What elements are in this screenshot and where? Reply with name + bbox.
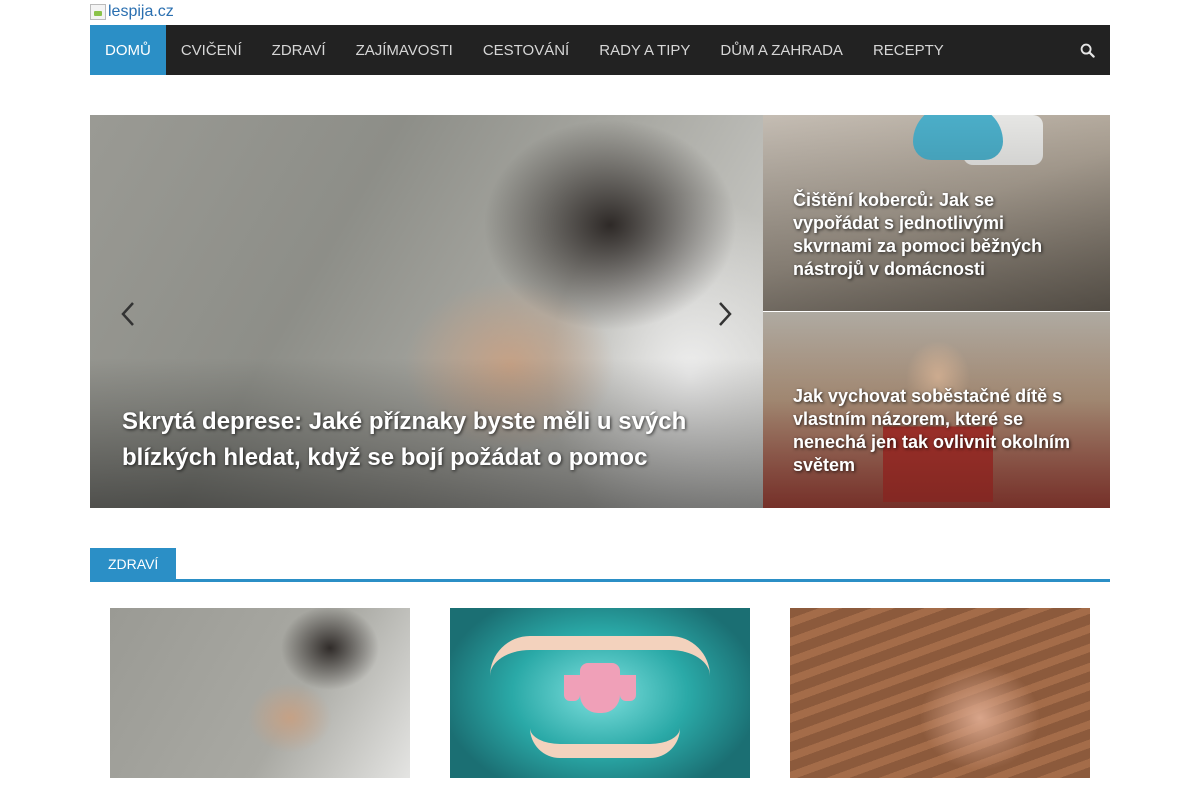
slider-next-button[interactable] <box>712 301 738 327</box>
article-thumbnail-depression[interactable] <box>110 608 410 778</box>
chevron-left-icon <box>121 302 134 326</box>
main-navigation: DOMŮ CVIČENÍ ZDRAVÍ ZAJÍMAVOSTI CESTOVÁN… <box>90 25 1110 75</box>
site-logo-alt: lespija.cz <box>108 3 174 20</box>
nav-item-home[interactable]: DOMŮ <box>90 25 166 75</box>
nav-item-home-garden[interactable]: DŮM A ZAHRADA <box>705 25 858 75</box>
article-thumbnail-uterus[interactable] <box>450 608 750 778</box>
article-thumbnail-father-baby[interactable] <box>790 608 1090 778</box>
nav-item-tips[interactable]: RADY A TIPY <box>584 25 705 75</box>
side-post-independent-child[interactable]: Jak vychovat soběstačné dítě s vlastním … <box>763 312 1110 508</box>
search-icon <box>1080 43 1095 58</box>
nav-item-exercise[interactable]: CVIČENÍ <box>166 25 257 75</box>
chevron-right-icon <box>719 302 732 326</box>
site-logo[interactable]: lespija.cz <box>90 2 174 22</box>
broken-image-icon <box>90 4 106 20</box>
nav-item-recipes[interactable]: RECEPTY <box>858 25 959 75</box>
nav-item-travel[interactable]: CESTOVÁNÍ <box>468 25 584 75</box>
side-post-carpet-cleaning[interactable]: Čištění koberců: Jak se vypořádat s jedn… <box>763 115 1110 311</box>
side-post-title[interactable]: Čištění koberců: Jak se vypořádat s jedn… <box>793 189 1083 281</box>
search-button[interactable] <box>1064 25 1110 75</box>
section-tab-health[interactable]: ZDRAVÍ <box>90 548 177 579</box>
side-post-title[interactable]: Jak vychovat soběstačné dítě s vlastním … <box>793 385 1083 477</box>
featured-slider[interactable]: Skrytá deprese: Jaké příznaky byste měli… <box>90 115 763 508</box>
hero-title[interactable]: Skrytá deprese: Jaké příznaky byste měli… <box>122 404 722 476</box>
section-header-health: ZDRAVÍ <box>90 548 1110 582</box>
nav-item-interesting[interactable]: ZAJÍMAVOSTI <box>341 25 468 75</box>
nav-item-health[interactable]: ZDRAVÍ <box>257 25 341 75</box>
slider-prev-button[interactable] <box>115 301 141 327</box>
